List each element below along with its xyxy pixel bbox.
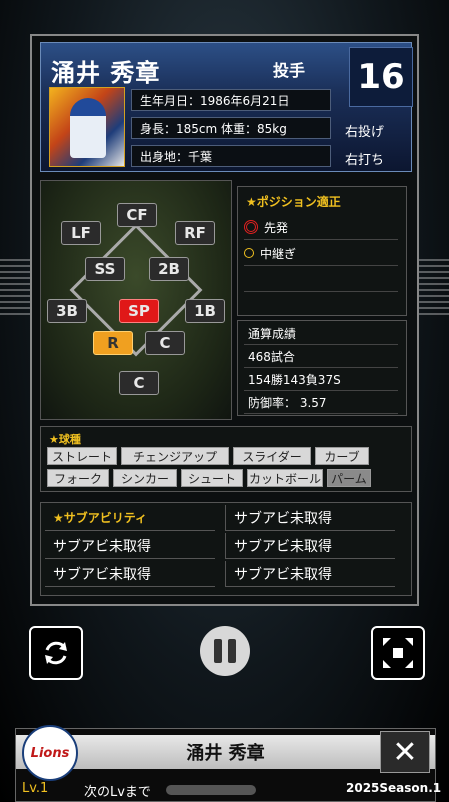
bats-hand: 右打ち bbox=[345, 153, 385, 168]
position-relief[interactable]: R bbox=[93, 331, 133, 355]
player-name: 涌井 秀章 bbox=[51, 59, 161, 87]
pause-icon bbox=[211, 639, 239, 663]
exp-progress-bar bbox=[166, 785, 256, 795]
player-photo bbox=[49, 87, 125, 167]
team-logo: Lions bbox=[22, 725, 78, 781]
sub-ability-slot: サブアビ未取得 bbox=[45, 533, 215, 559]
pitch-tag: シュート bbox=[181, 469, 243, 487]
footer-title: 涌井 秀章 bbox=[16, 735, 435, 769]
aptitude-empty-row bbox=[244, 267, 398, 292]
next-level-label: 次のLvまで bbox=[84, 785, 151, 800]
circle-icon bbox=[244, 248, 254, 258]
pitch-tag: チェンジアップ bbox=[121, 447, 229, 465]
refresh-button[interactable] bbox=[29, 626, 83, 680]
pitch-tag: フォーク bbox=[47, 469, 109, 487]
player-card: 涌井 秀章 投手 16 生年月日：1986年6月21日 身長：185cm 体重：… bbox=[30, 34, 419, 606]
sub-ability-title: ★サブアビリティ bbox=[45, 505, 215, 531]
pitch-types-panel: ★球種 ストレート チェンジアップ スライダー カーブ フォーク シンカー シュ… bbox=[40, 426, 412, 492]
position-sp[interactable]: SP bbox=[119, 299, 159, 323]
position-cf[interactable]: CF bbox=[117, 203, 157, 227]
sub-ability-slot: サブアビ未取得 bbox=[45, 561, 215, 587]
position-closer[interactable]: C bbox=[145, 331, 185, 355]
position-1b[interactable]: 1B bbox=[185, 299, 225, 323]
player-position: 投手 bbox=[273, 61, 306, 80]
position-field: CF LF RF SS 2B 3B SP 1B R C C bbox=[40, 180, 232, 420]
sub-ability-panel: ★サブアビリティ サブアビ未取得 サブアビ未取得 サブアビ未取得 サブアビ未取得… bbox=[40, 502, 412, 596]
career-stats-panel: 通算成績 468試合 154勝143負37S 防御率： 3.57 bbox=[237, 320, 407, 416]
aptitude-relief-label: 中継ぎ bbox=[260, 246, 297, 261]
sub-ability-slot: サブアビ未取得 bbox=[225, 561, 395, 587]
pause-button[interactable] bbox=[200, 626, 250, 676]
aptitude-relief: 中継ぎ bbox=[244, 241, 398, 266]
footer-bar: 涌井 秀章 Lions ✕ Lv.1 次のLvまで 2025Season.1 bbox=[15, 725, 441, 802]
collapse-arrows-icon bbox=[383, 638, 413, 668]
birthdate: 生年月日：1986年6月21日 bbox=[131, 89, 331, 111]
pitch-tag: カーブ bbox=[315, 447, 369, 465]
pitch-tag-inactive: パーム bbox=[327, 469, 371, 487]
double-circle-icon bbox=[244, 220, 258, 234]
position-aptitude-panel: ★ポジション適正 先発 中継ぎ bbox=[237, 186, 407, 316]
season-label: 2025Season.1 bbox=[346, 781, 442, 795]
sub-ability-slot: サブアビ未取得 bbox=[225, 533, 395, 559]
collapse-button[interactable] bbox=[371, 626, 425, 680]
level-label: Lv.1 bbox=[22, 781, 49, 796]
pitch-tag: カットボール bbox=[247, 469, 323, 487]
aptitude-starter-label: 先発 bbox=[264, 220, 289, 235]
height-weight: 身長：185cm 体重：85kg bbox=[131, 117, 331, 139]
stats-title: 通算成績 bbox=[244, 323, 398, 345]
position-catcher[interactable]: C bbox=[119, 371, 159, 395]
player-header: 涌井 秀章 投手 16 生年月日：1986年6月21日 身長：185cm 体重：… bbox=[40, 42, 413, 172]
stats-games: 468試合 bbox=[244, 346, 398, 368]
refresh-icon bbox=[45, 641, 67, 665]
aptitude-starter: 先発 bbox=[244, 215, 398, 240]
position-2b[interactable]: 2B bbox=[149, 257, 189, 281]
position-rf[interactable]: RF bbox=[175, 221, 215, 245]
stats-record: 154勝143負37S bbox=[244, 369, 398, 391]
pitch-tag: スライダー bbox=[233, 447, 311, 465]
position-3b[interactable]: 3B bbox=[47, 299, 87, 323]
position-ss[interactable]: SS bbox=[85, 257, 125, 281]
close-button[interactable]: ✕ bbox=[380, 731, 430, 773]
throws-hand: 右投げ bbox=[345, 125, 385, 140]
sub-ability-slot: サブアビ未取得 bbox=[225, 505, 395, 531]
stats-era: 防御率： 3.57 bbox=[244, 392, 398, 414]
pitch-tag: ストレート bbox=[47, 447, 117, 465]
pitch-tag: シンカー bbox=[113, 469, 177, 487]
position-lf[interactable]: LF bbox=[61, 221, 101, 245]
pitch-title: ★球種 bbox=[49, 433, 81, 446]
aptitude-title: ★ポジション適正 bbox=[246, 195, 341, 209]
player-number: 16 bbox=[349, 47, 413, 107]
birthplace: 出身地：千葉 bbox=[131, 145, 331, 167]
